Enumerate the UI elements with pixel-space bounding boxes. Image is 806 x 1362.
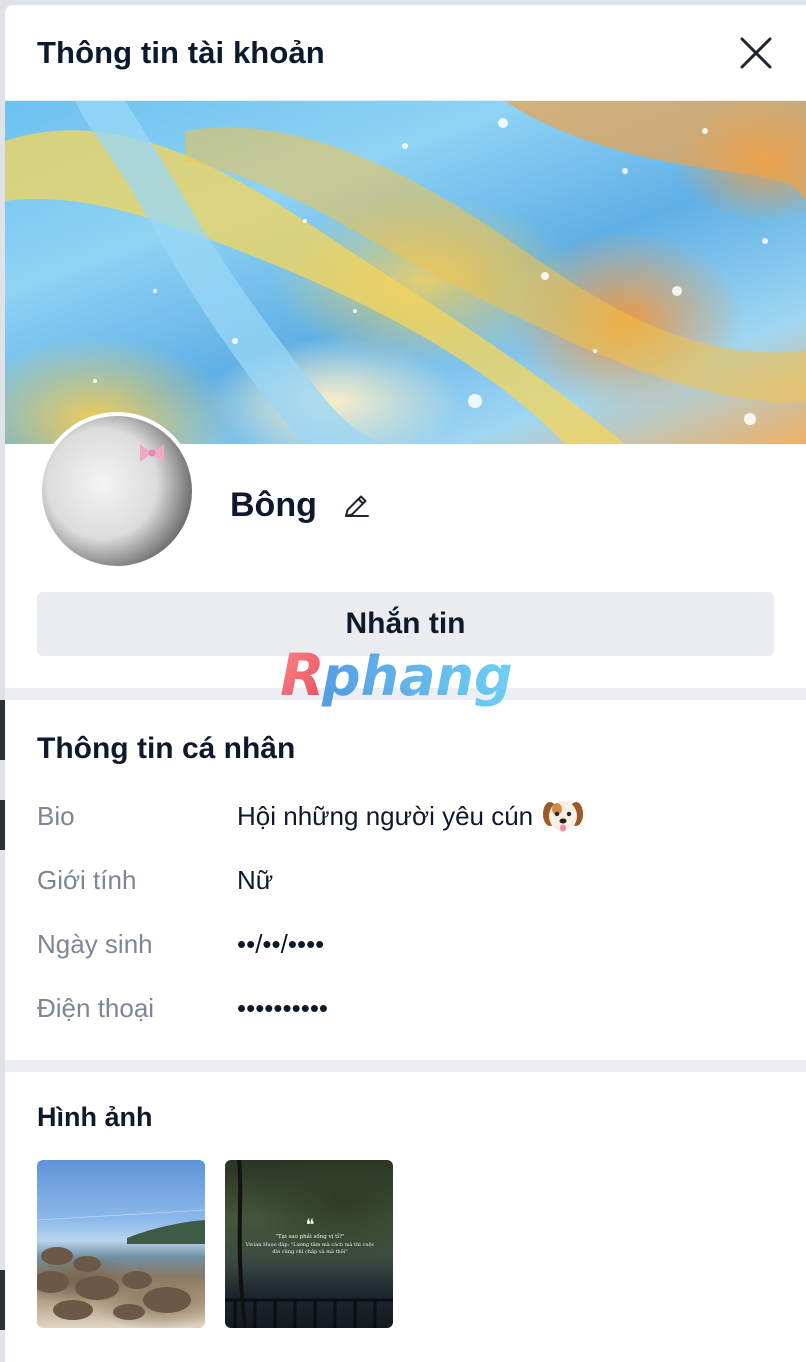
dog-face-icon	[543, 801, 584, 832]
cover-photo[interactable]	[5, 101, 806, 444]
gender-value: Nữ	[237, 864, 274, 895]
info-row-birthday: Ngày sinh ••/••/••••	[37, 912, 774, 976]
close-button[interactable]	[736, 33, 776, 73]
profile-name-group: Bông	[230, 486, 371, 525]
pink-bow-icon	[140, 444, 164, 462]
svg-text:R: R	[280, 641, 325, 709]
info-row-bio: Bio Hội những người yêu cún	[37, 784, 774, 848]
personal-info-section: Thông tin cá nhân Bio Hội những người yê…	[5, 700, 806, 1060]
birthday-label: Ngày sinh	[37, 928, 153, 959]
watermark-logo: R phang	[280, 641, 513, 709]
gender-label: Giới tính	[37, 864, 137, 895]
close-icon	[740, 37, 772, 68]
cover-art	[5, 101, 806, 444]
images-title: Hình ảnh	[37, 1102, 153, 1132]
quote-line-1: "Tại sao phải sống vị tỉ?"	[275, 1234, 345, 1240]
beach-photo[interactable]	[37, 1160, 205, 1328]
modal-title: Thông tin tài khoản	[37, 34, 325, 70]
personal-info-title: Thông tin cá nhân	[37, 732, 296, 765]
avatar-image	[42, 416, 192, 566]
section-divider	[5, 1060, 806, 1072]
quote-mark: ❝	[305, 1215, 315, 1234]
bio-label: Bio	[37, 800, 75, 831]
lake-quote-photo[interactable]: ❝ "Tại sao phải sống vị tỉ?" Vivian Huọo…	[225, 1160, 393, 1328]
images-section: Hình ảnh ❝ "Tại sao phải sống vị tỉ?" Vi…	[5, 1072, 806, 1328]
profile-name: Bông	[230, 486, 317, 524]
phone-label: Điện thoại	[37, 992, 155, 1023]
info-row-gender: Giới tính Nữ	[37, 848, 774, 912]
profile-row: Bông	[5, 412, 806, 592]
info-row-phone: Điện thoại ••••••••••	[37, 976, 774, 1040]
image-thumbnails: ❝ "Tại sao phải sống vị tỉ?" Vivian Huọo…	[37, 1160, 774, 1328]
edit-name-button[interactable]	[341, 491, 371, 521]
photo-quote: ❝ "Tại sao phải sống vị tỉ?" Vivian Huọo…	[243, 1215, 377, 1256]
svg-text:phang: phang	[321, 645, 513, 708]
beach-rocks	[37, 1209, 205, 1320]
birthday-value: ••/••/••••	[237, 928, 325, 959]
phone-value: ••••••••••	[237, 992, 329, 1023]
avatar[interactable]	[38, 412, 196, 570]
bio-value: Hội những người yêu cún	[237, 800, 534, 831]
pencil-icon	[344, 495, 369, 517]
quote-line-2: Vivian Huọo đáp: "Lương tâm mà cách mà t…	[245, 1242, 375, 1255]
modal-header: Thông tin tài khoản	[5, 5, 806, 101]
